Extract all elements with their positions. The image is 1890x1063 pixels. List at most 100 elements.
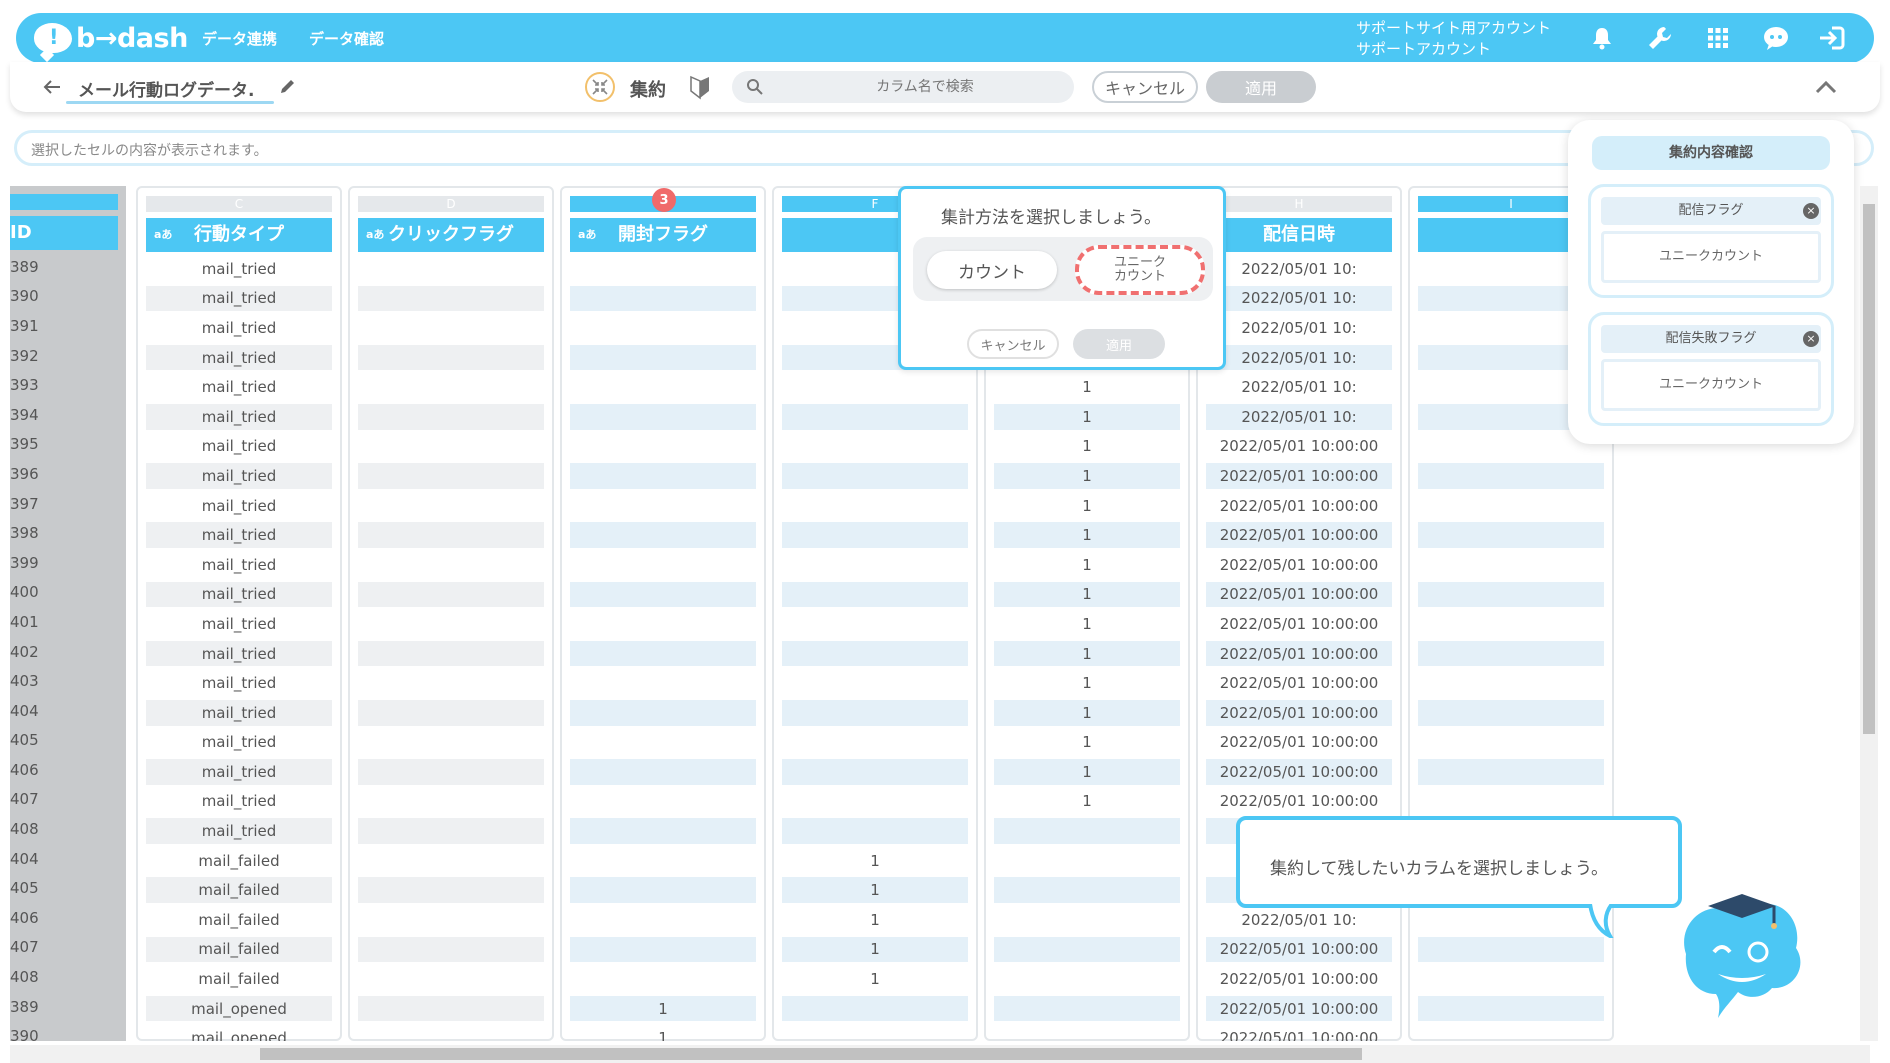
grid-cell[interactable] (358, 995, 544, 1022)
grid-cell[interactable] (358, 403, 544, 430)
grid-cell[interactable] (1418, 491, 1604, 521)
grid-cell[interactable] (782, 522, 968, 548)
grid-cell[interactable] (994, 818, 1180, 844)
column-open-flag[interactable]: Eaあ開封フラグ11 (560, 186, 766, 1041)
column-letter[interactable] (10, 194, 118, 210)
grid-cell[interactable]: 400 (10, 578, 118, 608)
grid-cell[interactable] (358, 609, 544, 639)
grid-cell[interactable]: 1 (570, 995, 756, 1022)
back-arrow-icon[interactable] (40, 75, 64, 99)
column-header[interactable]: ⏱配信日時 (1206, 218, 1392, 252)
grid-cell[interactable] (358, 344, 544, 371)
grid-cell[interactable]: 1 (994, 668, 1180, 698)
grid-cell[interactable] (358, 463, 544, 489)
grid-cell[interactable] (1418, 787, 1604, 817)
app-grid-icon[interactable] (1700, 21, 1736, 55)
grid-cell[interactable]: 1 (782, 964, 968, 994)
grid-cell[interactable] (782, 668, 968, 698)
grid-cell[interactable]: 1 (994, 463, 1180, 489)
grid-cell[interactable] (782, 728, 968, 758)
grid-cell[interactable]: 2022/05/01 10: (1206, 313, 1392, 343)
grid-cell[interactable] (1418, 964, 1604, 994)
grid-cell[interactable] (782, 759, 968, 785)
grid-cell[interactable] (358, 877, 544, 904)
grid-cell[interactable] (994, 846, 1180, 876)
grid-cell[interactable]: mail_tried (146, 403, 332, 430)
grid-cell[interactable] (570, 759, 756, 785)
grid-cell[interactable] (1418, 936, 1604, 963)
grid-cell[interactable]: 1 (570, 1023, 756, 1041)
grid-cell[interactable]: 399 (10, 548, 118, 578)
grid-cell[interactable] (1418, 581, 1604, 608)
grid-cell[interactable]: 402 (10, 637, 118, 667)
horizontal-scrollbar[interactable] (10, 1045, 1870, 1063)
column-header[interactable]: aあ 行動タイプ (146, 218, 332, 252)
column-action-type[interactable]: Caあ 行動タイプ mail_tried mail_tried mail_tried ma… (136, 186, 342, 1041)
grid-cell[interactable] (358, 285, 544, 312)
grid-cell[interactable] (782, 463, 968, 489)
grid-cell[interactable] (782, 372, 968, 402)
grid-cell[interactable]: 406 (10, 755, 118, 785)
grid-cell[interactable]: 1 (994, 403, 1180, 430)
grid-cell[interactable] (782, 818, 968, 844)
grid-cell[interactable] (570, 877, 756, 904)
remove-icon[interactable]: × (1803, 203, 1819, 219)
pencil-icon[interactable] (278, 76, 298, 96)
column-letter[interactable]: D (358, 196, 544, 212)
search-input[interactable] (780, 75, 1070, 99)
grid-cell[interactable]: 1 (994, 550, 1180, 580)
grid-cell[interactable]: 406 (10, 903, 118, 933)
grid-cell[interactable] (358, 254, 544, 284)
grid-cell[interactable] (994, 877, 1180, 904)
grid-cell[interactable] (358, 491, 544, 521)
grid-cell[interactable]: 403 (10, 666, 118, 696)
grid-cell[interactable] (1418, 1023, 1604, 1041)
account-info[interactable]: サポートサイト用アカウント サポートアカウント (1356, 18, 1551, 60)
aggregate-icon[interactable] (585, 72, 615, 102)
apply-button[interactable]: 適用 (1206, 71, 1316, 103)
grid-cell[interactable] (358, 699, 544, 726)
chevron-up-icon[interactable] (1812, 75, 1840, 99)
grid-cell[interactable]: 397 (10, 489, 118, 519)
remove-icon[interactable]: × (1803, 331, 1819, 347)
grid-cell[interactable]: mail_opened (146, 1023, 332, 1041)
grid-cell[interactable] (570, 668, 756, 698)
grid-cell[interactable] (358, 522, 544, 548)
grid-cell[interactable]: 2022/05/01 10:00:00 (1206, 787, 1392, 817)
grid-cell[interactable]: mail_opened (146, 995, 332, 1022)
cancel-button[interactable]: キャンセル (1092, 71, 1198, 103)
grid-cell[interactable]: 1 (994, 522, 1180, 548)
grid-cell[interactable]: 395 (10, 430, 118, 460)
grid-cell[interactable]: 2022/05/01 10:00:00 (1206, 640, 1392, 667)
column-header[interactable]: ID (10, 216, 118, 250)
table-name[interactable]: メール行動ログデータ. (78, 76, 254, 101)
grid-cell[interactable]: 1 (782, 846, 968, 876)
grid-cell[interactable]: mail_tried (146, 818, 332, 844)
grid-cell[interactable]: 2022/05/01 10:00:00 (1206, 728, 1392, 758)
grid-cell[interactable]: mail_tried (146, 285, 332, 312)
grid-cell[interactable]: 2022/05/01 10: (1206, 254, 1392, 284)
column-search[interactable] (732, 71, 1074, 103)
beginner-mark-icon[interactable] (688, 74, 712, 100)
grid-cell[interactable]: 2022/05/01 10:00:00 (1206, 668, 1392, 698)
nav-data-check[interactable]: データ確認 (309, 28, 384, 49)
unique-count-option-button[interactable]: ユニーク カウント (1075, 245, 1205, 295)
grid-cell[interactable]: 2022/05/01 10:00:00 (1206, 1023, 1392, 1041)
grid-cell[interactable] (782, 550, 968, 580)
grid-cell[interactable]: mail_failed (146, 905, 332, 935)
grid-cell[interactable]: 2022/05/01 10: (1206, 285, 1392, 312)
grid-cell[interactable]: 2022/05/01 10:00:00 (1206, 699, 1392, 726)
grid-cell[interactable] (1418, 759, 1604, 785)
grid-cell[interactable]: 2022/05/01 10:00:00 (1206, 964, 1392, 994)
grid-cell[interactable] (782, 699, 968, 726)
grid-cell[interactable]: 2022/05/01 10:00:00 (1206, 609, 1392, 639)
grid-cell[interactable] (570, 699, 756, 726)
grid-cell[interactable]: 407 (10, 785, 118, 815)
column-header[interactable]: aあ 開封フラグ (570, 218, 756, 252)
grid-cell[interactable] (358, 313, 544, 343)
grid-cell[interactable] (994, 936, 1180, 963)
grid-cell[interactable] (1418, 550, 1604, 580)
grid-cell[interactable] (358, 640, 544, 667)
grid-cell[interactable]: 1 (994, 432, 1180, 462)
grid-cell[interactable]: 1 (994, 372, 1180, 402)
